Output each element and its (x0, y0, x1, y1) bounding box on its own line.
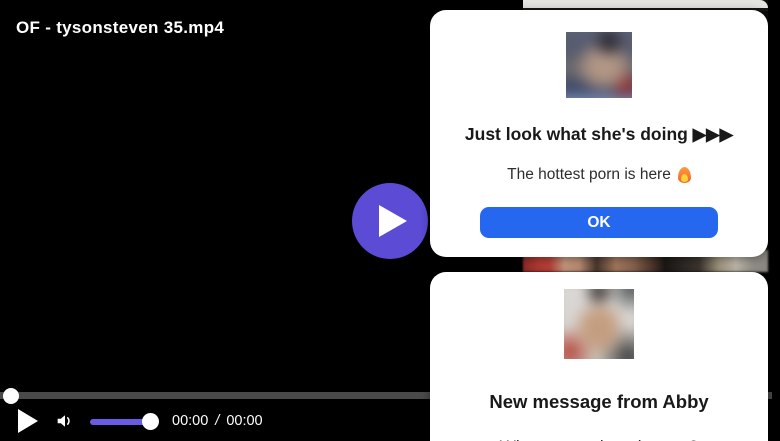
duration: 00:00 (226, 413, 262, 429)
time-separator: / (215, 413, 219, 429)
background-card-top (523, 0, 768, 8)
message-thumbnail-image[interactable] (564, 289, 634, 359)
play-overlay-button[interactable] (352, 183, 428, 259)
volume-handle[interactable] (142, 413, 159, 430)
ok-button[interactable]: OK (480, 207, 718, 238)
seek-handle[interactable] (3, 388, 19, 404)
offer-subtext-label: The hottest porn is here (507, 166, 671, 184)
blurred-photo-placeholder (566, 32, 632, 98)
play-icon (379, 205, 407, 237)
time-display: 00:00 / 00:00 (172, 413, 263, 429)
play-icon (18, 409, 38, 433)
volume-icon (54, 410, 76, 432)
popup-new-message[interactable]: New message from Abby Why are you ignori… (430, 272, 768, 441)
blurred-photo-placeholder (564, 289, 634, 359)
video-title: OF - tysonsteven 35.mp4 (16, 18, 224, 38)
play-button[interactable] (18, 408, 40, 434)
offer-thumbnail-image[interactable] (566, 32, 632, 98)
mute-button[interactable] (54, 409, 78, 433)
offer-heading: Just look what she's doing ▶▶▶ (430, 124, 768, 145)
player-controls: 00:00 / 00:00 (0, 404, 430, 438)
volume-slider[interactable] (90, 413, 158, 430)
offer-subtext: The hottest porn is here (430, 166, 768, 184)
popup-ad-offer[interactable]: Just look what she's doing ▶▶▶ The hotte… (430, 10, 768, 257)
video-player-page: OF - tysonsteven 35.mp4 00:00 / 00 (0, 0, 780, 441)
message-subtext: Why are you ignoring me? (430, 437, 768, 441)
message-heading: New message from Abby (430, 391, 768, 413)
fire-icon (678, 167, 691, 183)
current-time: 00:00 (172, 413, 208, 429)
